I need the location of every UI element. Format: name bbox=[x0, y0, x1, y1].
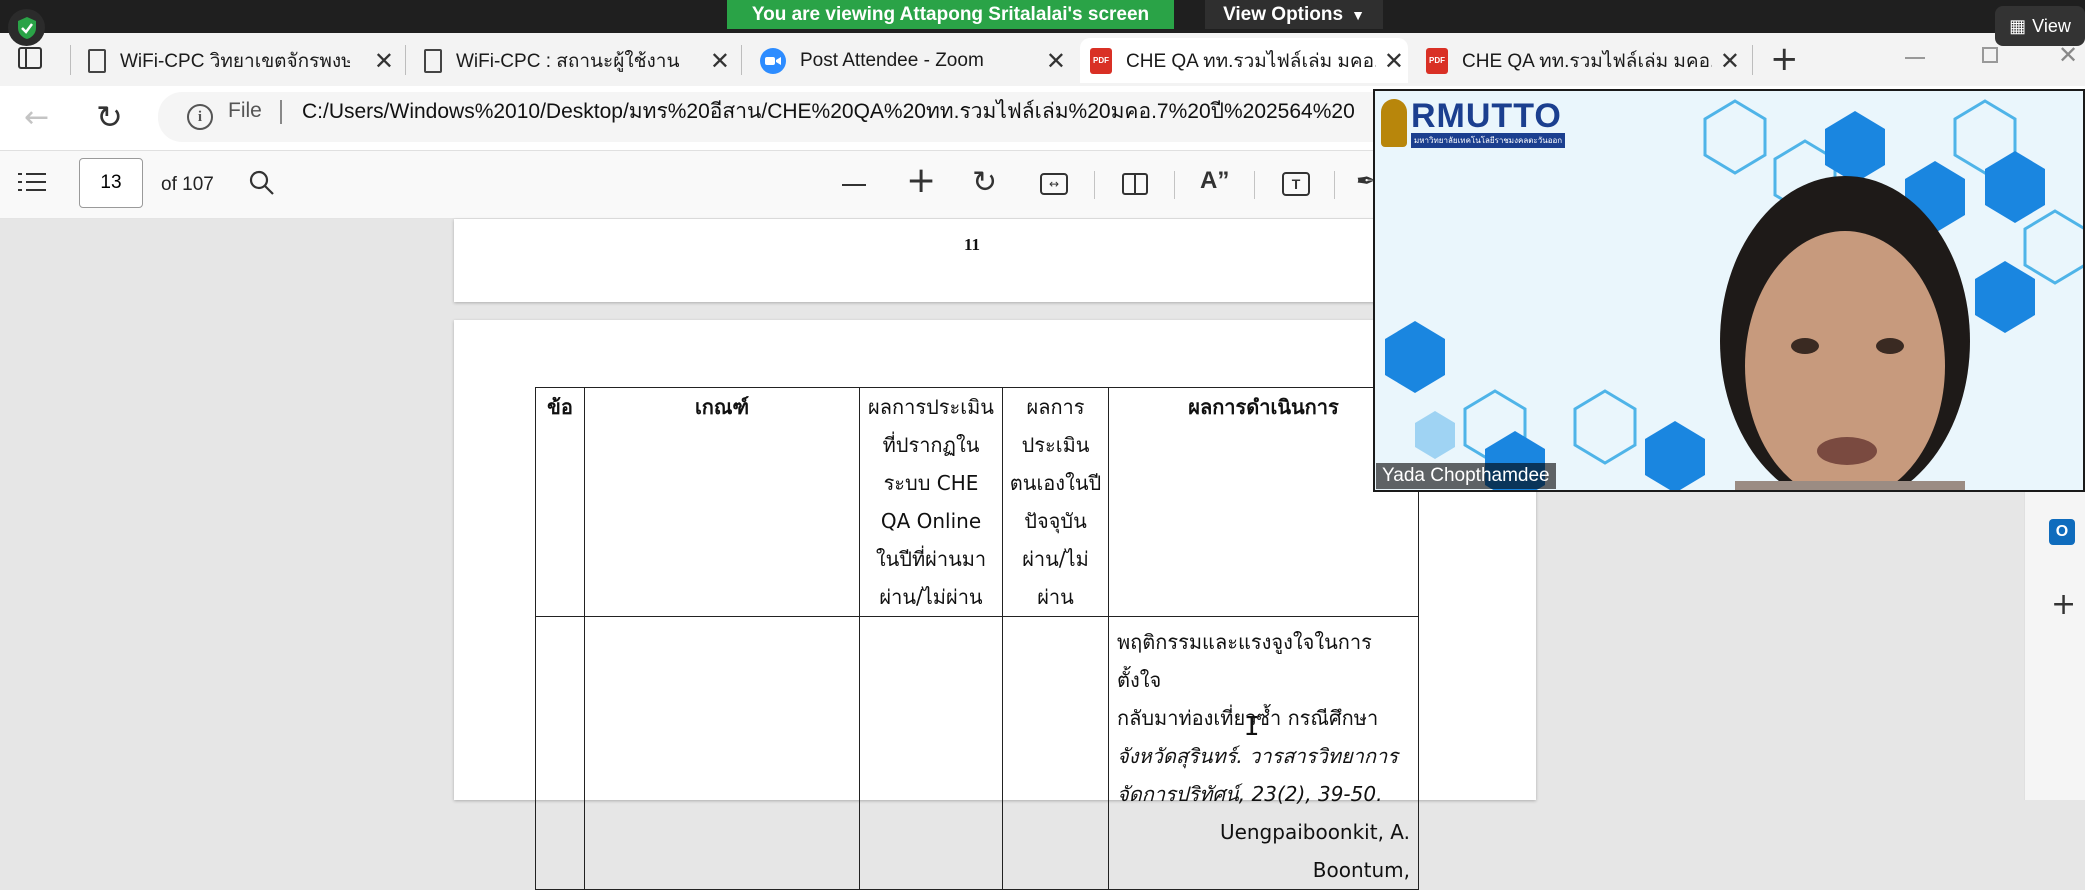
chevron-down-icon: ▼ bbox=[1351, 6, 1365, 23]
security-shield-icon[interactable] bbox=[8, 9, 45, 46]
restore-icon[interactable] bbox=[1982, 47, 1998, 63]
col-criteria-header: เกณฑ์ bbox=[584, 387, 860, 617]
close-icon[interactable]: ✕ bbox=[374, 47, 394, 76]
address-scheme-label: File bbox=[228, 99, 262, 122]
assessment-table: ข้อ เกณฑ์ ผลการประเมิน ที่ปรากฏใน ระบบ C… bbox=[535, 387, 1419, 890]
browser-tab-strip: WiFi-CPC วิทยาเขตจักรพงษภูวนารถ ✕ WiFi-C… bbox=[0, 33, 2085, 86]
logo-text: RMUTTO bbox=[1411, 97, 1562, 135]
page-icon bbox=[88, 48, 106, 73]
zoom-video-icon bbox=[760, 47, 786, 74]
close-icon[interactable]: ✕ bbox=[1046, 47, 1066, 76]
pdf-icon: PDF bbox=[1426, 47, 1448, 74]
logo-subtext: มหาวิทยาลัยเทคโนโลยีราชมงคลตะวันออก bbox=[1411, 133, 1566, 148]
col-operation-header: ผลการดำเนินการ bbox=[1108, 387, 1419, 617]
view-button[interactable]: ▦ View bbox=[1995, 6, 2085, 46]
view-button-label: View bbox=[2032, 15, 2071, 36]
back-arrow-icon[interactable]: ← bbox=[24, 100, 49, 135]
page-number: 11 bbox=[964, 235, 981, 254]
read-aloud-icon[interactable]: A” bbox=[1200, 167, 1229, 195]
page-view-icon[interactable] bbox=[1122, 173, 1148, 195]
close-icon[interactable]: ✕ bbox=[1720, 47, 1740, 76]
minimize-icon[interactable] bbox=[1905, 57, 1925, 59]
page-number-input[interactable] bbox=[79, 158, 143, 208]
col-no-header: ข้อ bbox=[535, 387, 585, 617]
text-cursor-icon: I bbox=[1244, 712, 1260, 742]
view-options-label: View Options bbox=[1223, 3, 1344, 25]
tab-wifi-cpc-status[interactable]: WiFi-CPC : สถานะผู้ใช้งาน ✕ bbox=[414, 38, 734, 83]
page-total-label: of 107 bbox=[161, 173, 214, 195]
col-self-result-header: ผลการ ประเมิน ตนเองในปี ปัจจุบัน ผ่าน/ไม… bbox=[1002, 387, 1109, 617]
tab-title: WiFi-CPC วิทยาเขตจักรพงษภูวนารถ bbox=[120, 50, 350, 72]
rmutto-logo: RMUTTO มหาวิทยาลัยเทคโนโลยีราชมงคลตะวันอ… bbox=[1381, 97, 1566, 148]
tab-post-attendee-zoom[interactable]: Post Attendee - Zoom ✕ bbox=[750, 38, 1070, 83]
speaker-video-tile[interactable]: RMUTTO มหาวิทยาลัยเทคโนโลยีราชมงคลตะวันอ… bbox=[1373, 89, 2085, 492]
table-header-row: ข้อ เกณฑ์ ผลการประเมิน ที่ปรากฏใน ระบบ C… bbox=[535, 387, 1419, 617]
col-che-result-header: ผลการประเมิน ที่ปรากฏใน ระบบ CHE QA Onli… bbox=[859, 387, 1003, 617]
rotate-icon[interactable]: ↻ bbox=[972, 165, 997, 200]
refresh-icon[interactable]: ↻ bbox=[96, 98, 123, 136]
address-divider bbox=[280, 100, 282, 124]
edge-sidebar: O + bbox=[2024, 480, 2085, 800]
zoom-out-icon[interactable] bbox=[842, 184, 866, 186]
tab-title: WiFi-CPC : สถานะผู้ใช้งาน bbox=[456, 50, 680, 72]
university-emblem-icon bbox=[1381, 99, 1407, 147]
info-icon[interactable]: i bbox=[187, 104, 213, 130]
operation-cell: พฤติกรรมและแรงจูงใจในการตั้งใจ กลับมาท่อ… bbox=[1108, 616, 1419, 890]
tab-title: CHE QA ทท.รวมไฟล์เล่ม มคอ.7 bbox=[1462, 50, 1712, 72]
grid-view-icon: ▦ bbox=[2009, 15, 2027, 36]
close-icon[interactable]: ✕ bbox=[710, 47, 730, 76]
tab-title: CHE QA ทท.รวมไฟล์เล่ม มคอ.7 bbox=[1126, 50, 1376, 72]
search-icon[interactable] bbox=[248, 169, 276, 201]
table-row: พฤติกรรมและแรงจูงใจในการตั้งใจ กลับมาท่อ… bbox=[535, 616, 1419, 890]
hexagon-background bbox=[1375, 91, 2083, 490]
zoom-in-icon[interactable]: + bbox=[906, 163, 936, 199]
tab-che-qa-active[interactable]: PDF CHE QA ทท.รวมไฟล์เล่ม มคอ.7 ✕ bbox=[1080, 38, 1408, 83]
page-icon bbox=[424, 48, 442, 73]
pdf-icon: PDF bbox=[1090, 47, 1112, 74]
viewing-screen-banner: You are viewing Attapong Sritalalai's sc… bbox=[727, 0, 1174, 29]
close-icon[interactable]: ✕ bbox=[1384, 47, 1404, 76]
tab-wifi-cpc-campus[interactable]: WiFi-CPC วิทยาเขตจักรพงษภูวนารถ ✕ bbox=[78, 38, 398, 83]
view-options-button[interactable]: View Options ▼ bbox=[1205, 0, 1383, 29]
tab-actions-icon[interactable] bbox=[18, 47, 42, 69]
speaker-name-label: Yada Chopthamdee bbox=[1376, 463, 1556, 489]
address-url[interactable]: C:/Users/Windows%2010/Desktop/มทร%20อีสา… bbox=[302, 86, 1355, 136]
text-box-icon[interactable]: T bbox=[1282, 172, 1310, 196]
tab-title: Post Attendee - Zoom bbox=[800, 49, 984, 71]
tab-che-qa-second[interactable]: PDF CHE QA ทท.รวมไฟล์เล่ม มคอ.7 ✕ bbox=[1416, 38, 1744, 83]
outlook-icon[interactable]: O bbox=[2049, 519, 2075, 545]
contents-list-icon[interactable] bbox=[18, 171, 46, 193]
add-sidebar-app-icon[interactable]: + bbox=[2051, 590, 2076, 620]
fit-width-icon[interactable]: ↔ bbox=[1040, 173, 1068, 195]
new-tab-icon[interactable]: + bbox=[1770, 39, 1799, 79]
